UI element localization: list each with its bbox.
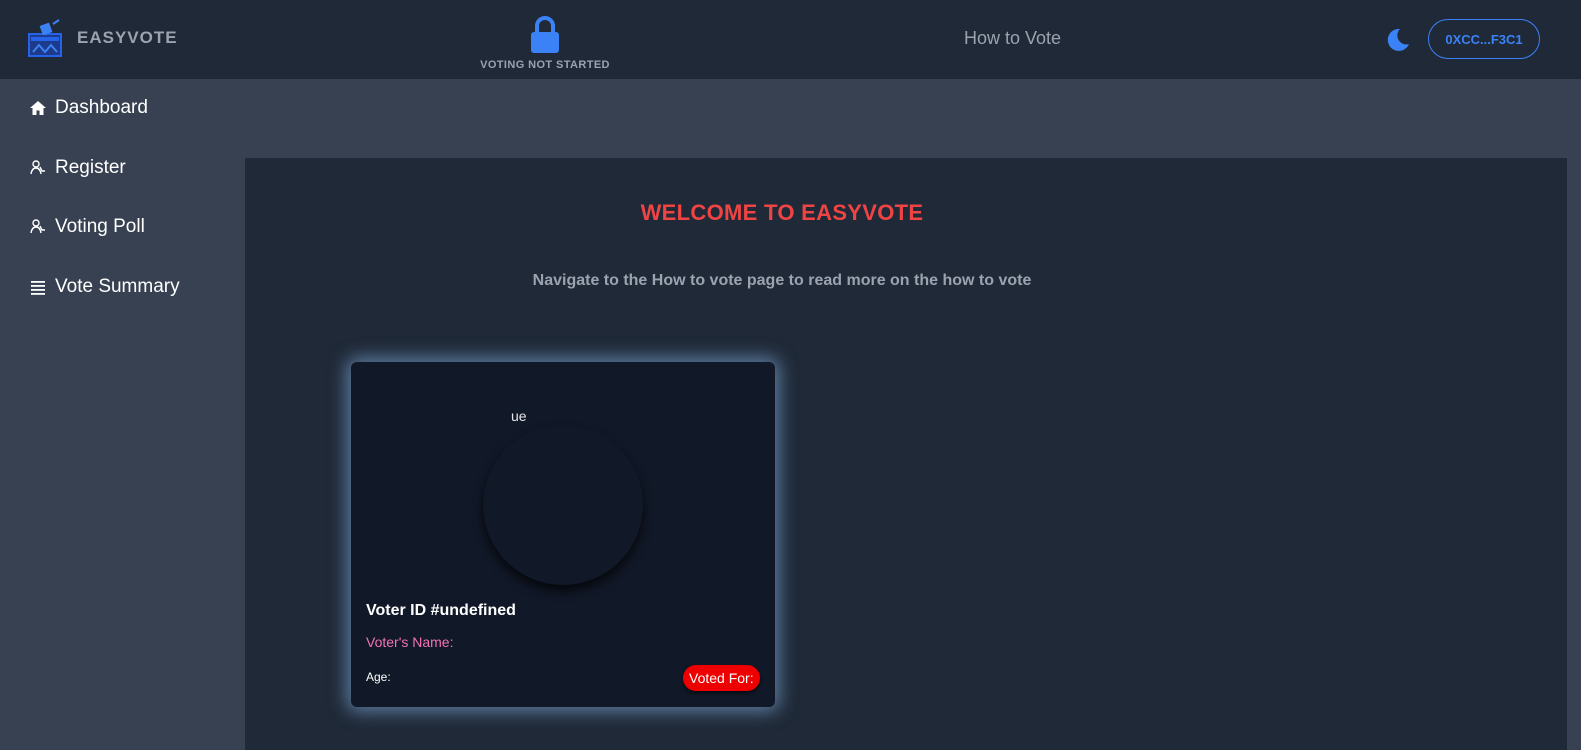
main-content: WELCOME TO EASYVOTE Navigate to the How … [245,158,1567,750]
voter-id: Voter ID #undefined [366,602,516,619]
voted-for-badge: Voted For: [683,665,760,691]
page-subtitle: Navigate to the How to vote page to read… [532,272,1032,289]
users-icon [30,219,45,234]
sidebar-item-label: Vote Summary [55,276,180,297]
sidebar-item-voting-poll[interactable]: Voting Poll [29,216,145,238]
home-icon [30,101,46,115]
sidebar-item-label: Register [55,157,126,178]
voter-avatar [483,425,643,585]
voting-status-text: VOTING NOT STARTED [480,59,610,71]
sidebar-item-label: Dashboard [55,97,148,118]
sidebar: Dashboard Register Voting Poll Vote Summ… [0,79,245,750]
page-title: WELCOME TO EASYVOTE [640,200,924,225]
how-to-vote-link[interactable]: How to Vote [964,28,1061,49]
top-navbar: EASYVOTE VOTING NOT STARTED How to Vote … [0,0,1581,79]
users-icon [30,160,45,175]
moon-icon[interactable] [1383,26,1411,54]
list-icon [31,281,45,295]
sidebar-item-vote-summary[interactable]: Vote Summary [29,276,180,298]
voter-card: ue Voter ID #undefined Voter's Name: Age… [351,362,775,707]
sidebar-item-label: Voting Poll [55,216,145,237]
voter-name: Voter's Name: [366,634,454,650]
ballot-box-icon [28,19,62,57]
sidebar-item-dashboard[interactable]: Dashboard [29,97,148,119]
brand-name: EASYVOTE [77,28,178,47]
scrollbar[interactable] [1567,158,1581,750]
sidebar-item-register[interactable]: Register [29,157,126,179]
voting-status: VOTING NOT STARTED [470,15,620,71]
wallet-address-button[interactable]: 0XCC...F3C1 [1428,19,1540,59]
lock-icon [531,16,559,53]
brand[interactable]: EASYVOTE [27,18,178,58]
voter-age: Age: [366,670,391,684]
avatar-alt-text: ue [511,408,527,424]
